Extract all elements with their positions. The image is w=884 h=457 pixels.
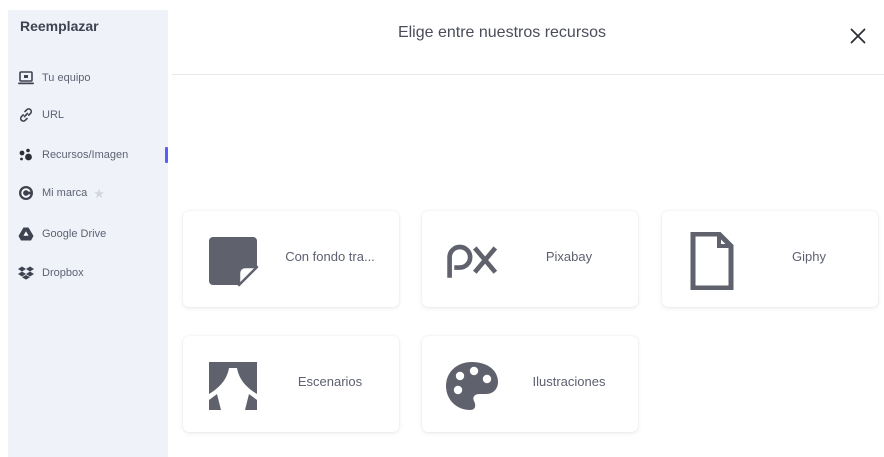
star-icon: ★ xyxy=(93,185,105,201)
palette-icon xyxy=(444,358,500,414)
link-icon xyxy=(18,107,34,123)
card-label: Escenarios xyxy=(297,374,363,389)
resources-icon xyxy=(18,147,34,163)
resource-picker-dialog: Reemplazar Tu equipo URL Recursos/Imagen… xyxy=(0,0,884,457)
card-ilustraciones[interactable]: Ilustraciones xyxy=(422,336,638,432)
card-con-fondo-transparente[interactable]: Con fondo tra... xyxy=(183,211,399,307)
sidebar-item-label: URL xyxy=(42,109,65,121)
sidebar-item-google-drive[interactable]: Google Drive xyxy=(18,223,168,245)
card-escenarios[interactable]: Escenarios xyxy=(183,336,399,432)
sidebar-item-url[interactable]: URL xyxy=(18,104,168,126)
sidebar-item-label: Mi marca xyxy=(42,187,88,199)
dialog-header: Elige entre nuestros recursos xyxy=(172,0,884,75)
sidebar-item-tu-equipo[interactable]: Tu equipo xyxy=(18,67,168,89)
dropbox-icon xyxy=(18,265,34,281)
dialog-title: Elige entre nuestros recursos xyxy=(397,24,607,41)
sidebar: Reemplazar Tu equipo URL Recursos/Imagen… xyxy=(8,10,168,457)
card-label: Con fondo tra... xyxy=(285,249,375,264)
sidebar-item-dropbox[interactable]: Dropbox xyxy=(18,262,168,284)
stage-curtain-icon xyxy=(205,358,261,414)
card-label: Pixabay xyxy=(545,249,593,264)
pixabay-logo-icon xyxy=(444,233,500,289)
close-icon xyxy=(850,28,866,44)
card-pixabay[interactable]: Pixabay xyxy=(422,211,638,307)
sidebar-title: Reemplazar xyxy=(20,18,99,34)
sidebar-item-label: Dropbox xyxy=(42,267,84,279)
giphy-file-icon xyxy=(684,232,740,290)
google-drive-icon xyxy=(18,226,34,242)
card-label: Ilustraciones xyxy=(532,374,606,389)
sticker-icon xyxy=(205,233,261,289)
brand-icon xyxy=(18,185,34,201)
sidebar-item-mi-marca[interactable]: Mi marca ★ xyxy=(18,182,168,204)
laptop-icon xyxy=(18,70,34,86)
active-indicator xyxy=(165,147,168,163)
sidebar-item-label: Recursos/Imagen xyxy=(42,149,129,161)
close-button[interactable] xyxy=(844,22,872,50)
sidebar-item-recursos-imagen[interactable]: Recursos/Imagen xyxy=(18,144,168,166)
card-giphy[interactable]: Giphy xyxy=(662,211,878,307)
sidebar-item-label: Google Drive xyxy=(42,228,107,240)
card-label: Giphy xyxy=(792,249,826,264)
sidebar-item-label: Tu equipo xyxy=(42,72,91,84)
